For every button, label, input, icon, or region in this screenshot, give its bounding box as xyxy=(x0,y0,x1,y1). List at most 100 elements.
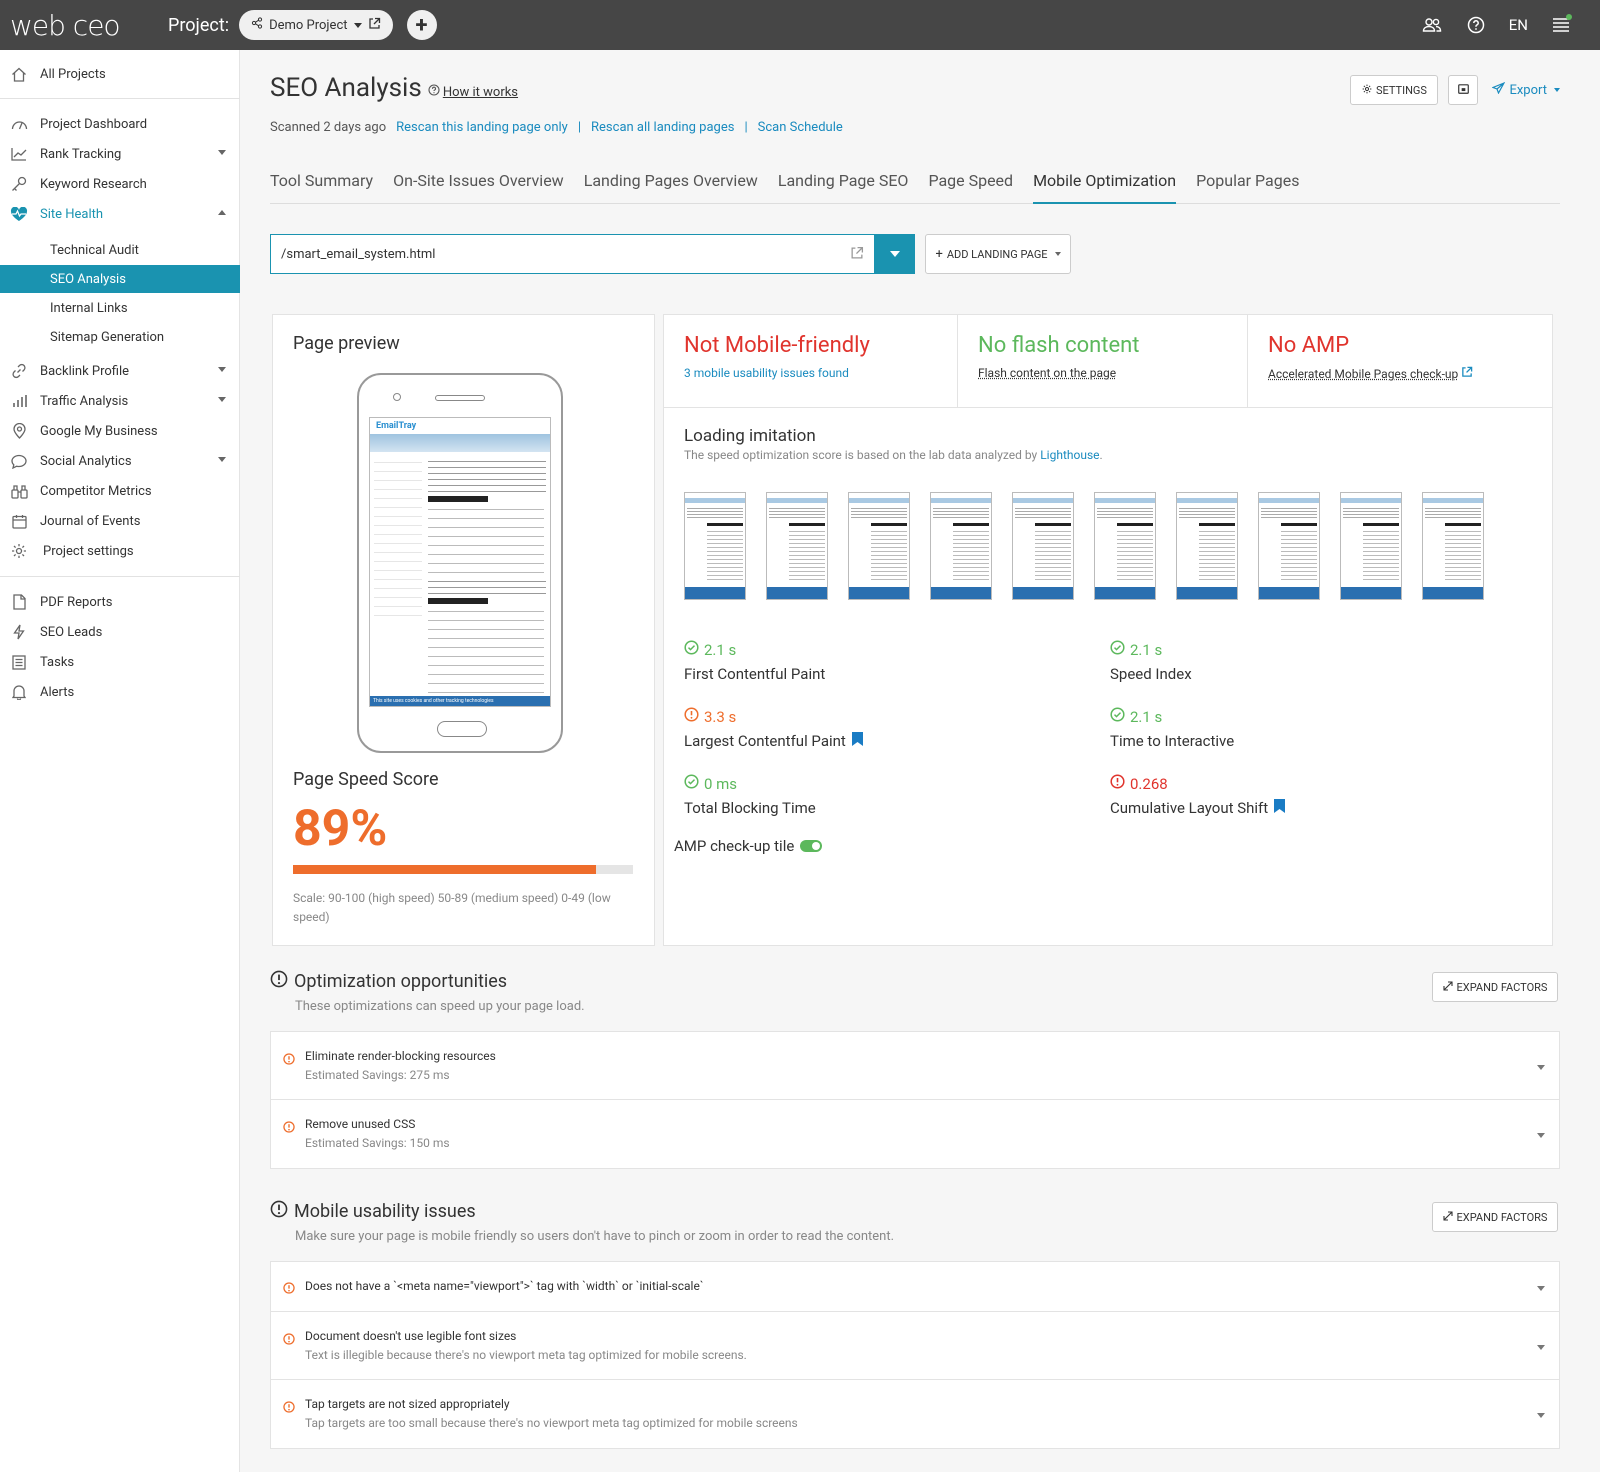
project-selector[interactable]: Demo Project xyxy=(239,10,393,40)
metric-value-text: 0 ms xyxy=(704,774,738,793)
sidebar-item-keyword-research[interactable]: Keyword Research xyxy=(0,170,240,198)
warning-circle-icon xyxy=(684,707,699,726)
usability-issues-link[interactable]: 3 mobile usability issues found xyxy=(684,366,849,380)
sidebar-item-backlink-profile[interactable]: Backlink Profile xyxy=(0,357,240,385)
export-dropdown[interactable]: Export xyxy=(1491,81,1560,98)
binoculars-icon xyxy=(10,482,28,500)
expand-factors-button[interactable]: EXPAND FACTORS xyxy=(1432,972,1558,1002)
chevron-down-icon[interactable] xyxy=(1537,1133,1545,1138)
language-selector[interactable]: EN xyxy=(1509,16,1528,34)
sidebar-item-seo-leads[interactable]: SEO Leads xyxy=(0,618,240,646)
external-link-icon[interactable] xyxy=(1461,366,1473,381)
chevron-down-icon xyxy=(1554,88,1560,92)
home-icon xyxy=(10,65,28,83)
tab-tool-summary[interactable]: Tool Summary xyxy=(270,158,373,204)
landing-page-url-field[interactable]: /smart_email_system.html xyxy=(270,234,875,274)
add-landing-page-button[interactable]: + ADD LANDING PAGE xyxy=(925,234,1071,274)
sidebar-item-internal-links[interactable]: Internal Links xyxy=(0,294,240,322)
sidebar-item-site-health[interactable]: Site Health xyxy=(0,200,240,228)
url-dropdown-button[interactable] xyxy=(875,234,915,274)
tab-page-speed[interactable]: Page Speed xyxy=(928,158,1013,204)
sidebar-item-tasks[interactable]: Tasks xyxy=(0,648,240,676)
external-link-icon[interactable] xyxy=(850,246,864,264)
cookie-banner: This site uses cookies and other trackin… xyxy=(370,696,550,706)
document-icon xyxy=(10,593,28,611)
frame-header xyxy=(1259,493,1319,503)
chevron-down-icon[interactable] xyxy=(1537,1413,1545,1418)
tab-bar: Tool Summary On-Site Issues Overview Lan… xyxy=(270,158,1560,204)
sidebar-label: Project Dashboard xyxy=(40,116,148,132)
optimization-subtitle: These optimizations can speed up your pa… xyxy=(295,999,585,1014)
list-item[interactable]: Tap targets are not sized appropriately … xyxy=(271,1380,1559,1448)
sidebar-label: Competitor Metrics xyxy=(40,483,152,499)
list-item[interactable]: Does not have a `<meta name="viewport">`… xyxy=(271,1262,1559,1312)
external-link-icon[interactable] xyxy=(368,17,381,34)
sidebar-label: Site Health xyxy=(40,206,104,222)
rescan-all-link[interactable]: Rescan all landing pages xyxy=(591,120,734,135)
page-speed-progress-fill xyxy=(293,865,596,874)
sidebar-item-competitor-metrics[interactable]: Competitor Metrics xyxy=(0,477,240,505)
separator: | xyxy=(577,120,582,135)
chevron-down-icon[interactable] xyxy=(1537,1345,1545,1350)
sidebar-item-technical-audit[interactable]: Technical Audit xyxy=(0,236,240,264)
settings-button[interactable]: SETTINGS xyxy=(1350,75,1439,105)
sidebar-item-project-dashboard[interactable]: Project Dashboard xyxy=(0,110,240,138)
help-circle-icon xyxy=(428,84,440,100)
tab-mobile-optimization[interactable]: Mobile Optimization xyxy=(1033,158,1177,204)
sidebar-item-traffic-analysis[interactable]: Traffic Analysis xyxy=(0,387,240,415)
users-icon[interactable] xyxy=(1421,14,1443,36)
menu-icon[interactable] xyxy=(1550,14,1572,36)
bookmark-icon[interactable] xyxy=(1274,799,1286,817)
url-value: /smart_email_system.html xyxy=(281,246,436,262)
page-preview-card: Page preview EmailTray This site uses co… xyxy=(272,314,655,946)
chevron-down-icon[interactable] xyxy=(1537,1065,1545,1070)
sidebar-item-rank-tracking[interactable]: Rank Tracking xyxy=(0,140,240,168)
screenshot-table-header xyxy=(428,496,488,502)
metric-value-text: 2.1 s xyxy=(1130,707,1163,726)
sidebar-item-social-analytics[interactable]: Social Analytics xyxy=(0,447,240,475)
add-project-button[interactable]: + xyxy=(406,10,437,40)
mobile-status-card: Not Mobile-friendly 3 mobile usability i… xyxy=(663,314,1553,946)
sidebar-label: All Projects xyxy=(40,66,106,82)
metric-lcp: 3.3 s Largest Contentful Paint xyxy=(684,707,984,750)
sidebar-item-journal-of-events[interactable]: Journal of Events xyxy=(0,507,240,535)
tab-landing-pages-overview[interactable]: Landing Pages Overview xyxy=(584,158,758,204)
frame-header xyxy=(1177,493,1237,503)
sidebar-item-alerts[interactable]: Alerts xyxy=(0,678,240,706)
sidebar-item-all-projects[interactable]: All Projects xyxy=(0,60,240,88)
list-item[interactable]: Eliminate render-blocking resources Esti… xyxy=(271,1032,1559,1100)
page-screenshot: EmailTray This site uses cookies and oth… xyxy=(369,417,551,707)
tab-landing-page-seo[interactable]: Landing Page SEO xyxy=(778,158,909,204)
frame-header xyxy=(849,493,909,503)
flash-content-label: Flash content on the page xyxy=(978,366,1117,380)
tab-onsite-issues[interactable]: On-Site Issues Overview xyxy=(393,158,564,204)
bookmark-icon[interactable] xyxy=(851,732,863,750)
chevron-down-icon xyxy=(353,22,362,28)
webceo-logo[interactable]: web ceo xyxy=(10,9,158,42)
scan-schedule-link[interactable]: Scan Schedule xyxy=(758,120,843,135)
amp-checkup-tile-toggle[interactable]: AMP check-up tile xyxy=(674,837,823,855)
how-it-works-link[interactable]: How it works xyxy=(428,84,518,100)
toggle-switch[interactable] xyxy=(800,840,823,852)
page-speed-progress-bar xyxy=(293,865,633,874)
frame-text xyxy=(1097,506,1153,520)
help-icon[interactable] xyxy=(1465,14,1487,36)
chevron-down-icon[interactable] xyxy=(1537,1286,1545,1291)
schedule-button[interactable] xyxy=(1448,75,1479,105)
sidebar-item-sitemap-generation[interactable]: Sitemap Generation xyxy=(0,323,240,351)
sidebar-item-pdf-reports[interactable]: PDF Reports xyxy=(0,588,240,616)
expand-factors-button[interactable]: EXPAND FACTORS xyxy=(1432,1202,1558,1232)
optimization-opportunities-title: Optimization opportunities xyxy=(270,970,507,993)
info-circle-icon xyxy=(270,1200,288,1223)
sidebar-item-google-my-business[interactable]: Google My Business xyxy=(0,417,240,445)
frame-bar xyxy=(1281,523,1317,526)
frame-text xyxy=(1343,506,1399,520)
lighthouse-link[interactable]: Lighthouse xyxy=(1040,448,1099,462)
list-item[interactable]: Document doesn't use legible font sizes … xyxy=(271,1312,1559,1380)
sidebar-item-seo-analysis[interactable]: SEO Analysis xyxy=(0,265,240,293)
frame-footer xyxy=(1095,587,1155,599)
sidebar-item-project-settings[interactable]: Project settings xyxy=(0,537,240,565)
tab-popular-pages[interactable]: Popular Pages xyxy=(1196,158,1299,204)
rescan-page-link[interactable]: Rescan this landing page only xyxy=(396,120,568,135)
list-item[interactable]: Remove unused CSS Estimated Savings: 150… xyxy=(271,1100,1559,1168)
